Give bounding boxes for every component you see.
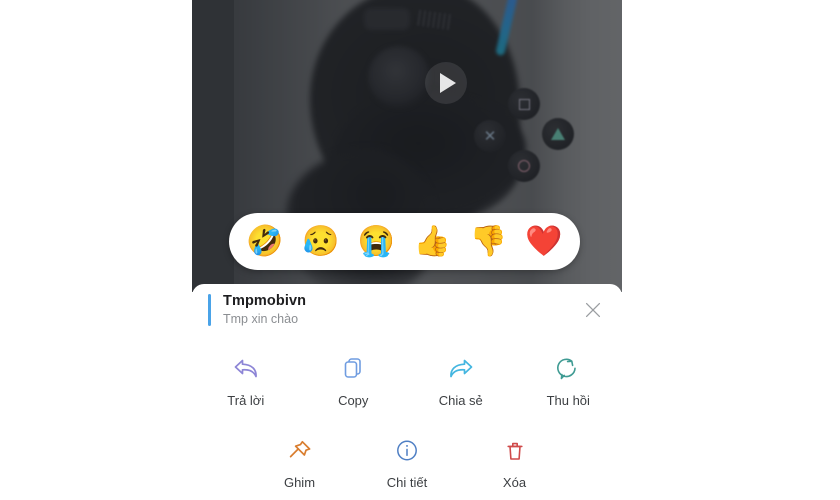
action-details-label: Chi tiết <box>386 475 428 490</box>
context-action-sheet: Trả lời Copy Chia sẻ Thu hồi Ghim Chi ti… <box>192 336 622 500</box>
play-triangle-icon <box>440 73 456 93</box>
action-copy-label: Copy <box>338 393 369 408</box>
copy-pages-icon <box>338 354 368 384</box>
action-recall-label: Thu hồi <box>546 393 590 408</box>
message-preview-card: Tmpmobivn Tmp xin chào <box>192 284 622 336</box>
recall-refresh-icon <box>553 354 583 384</box>
action-reply-label: Trả lời <box>227 393 265 408</box>
pin-icon <box>285 436 315 466</box>
action-share[interactable]: Chia sẻ <box>407 348 515 408</box>
preview-text-block: Tmpmobivn Tmp xin chào <box>223 292 582 328</box>
red-heart-emoji[interactable]: ❤️ <box>525 226 562 257</box>
action-copy[interactable]: Copy <box>300 348 408 408</box>
action-pin[interactable]: Ghim <box>246 430 354 490</box>
info-circle-icon <box>392 436 422 466</box>
action-share-label: Chia sẻ <box>438 393 483 408</box>
preview-accent-bar <box>208 294 211 326</box>
close-icon[interactable] <box>582 299 604 321</box>
play-button[interactable] <box>425 62 467 104</box>
app-screen: ✕ 🤣 😥 😭 👍 👎 ❤️ Tmpmobivn Tmp xin chào Tr… <box>0 0 840 500</box>
action-pin-label: Ghim <box>283 475 316 490</box>
action-delete-label: Xóa <box>502 475 527 490</box>
sweat-surprised-face-emoji[interactable]: 😥 <box>302 226 339 257</box>
loudly-crying-face-emoji[interactable]: 😭 <box>358 226 395 257</box>
action-delete[interactable]: Xóa <box>461 430 569 490</box>
reaction-bar: 🤣 😥 😭 👍 👎 ❤️ <box>229 213 580 270</box>
share-arrow-icon <box>446 354 476 384</box>
preview-message-text: Tmp xin chào <box>223 312 299 327</box>
preview-sender-name: Tmpmobivn <box>223 293 307 309</box>
action-details[interactable]: Chi tiết <box>353 430 461 490</box>
action-row-primary: Trả lời Copy Chia sẻ Thu hồi <box>192 348 622 408</box>
action-recall[interactable]: Thu hồi <box>515 348 623 408</box>
action-row-secondary: Ghim Chi tiết Xóa <box>192 430 622 490</box>
thumbs-up-emoji[interactable]: 👍 <box>414 226 451 257</box>
rolling-on-floor-laughing-emoji[interactable]: 🤣 <box>246 226 283 257</box>
reply-arrow-icon <box>231 354 261 384</box>
action-reply[interactable]: Trả lời <box>192 348 300 408</box>
trash-delete-icon <box>500 436 530 466</box>
thumbs-down-emoji[interactable]: 👎 <box>470 226 507 257</box>
